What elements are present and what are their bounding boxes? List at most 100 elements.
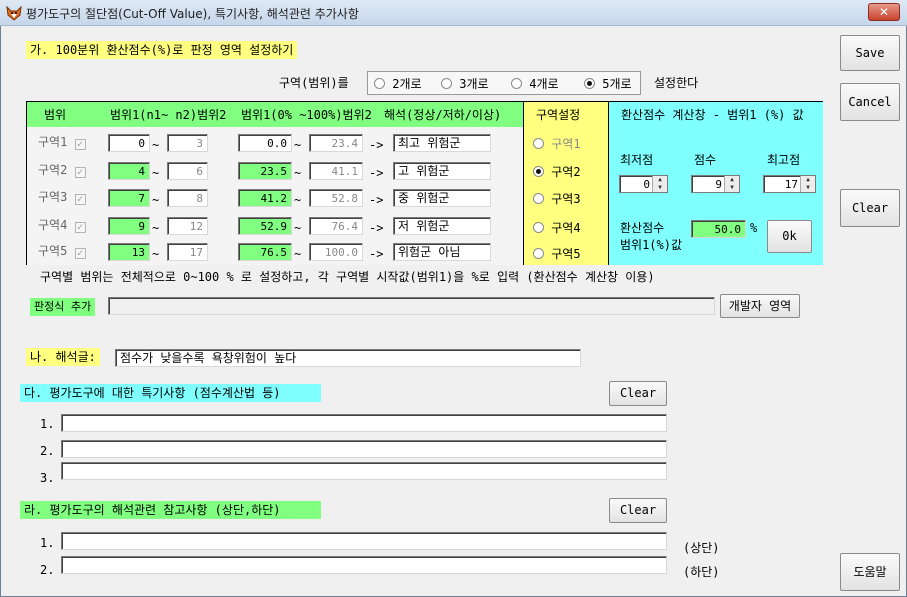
section-c-header: 다. 평가도구에 대한 특기사항 (점수계산법 등) — [20, 384, 321, 402]
zone-row-5-label[interactable]: 구역5 ✓ — [38, 244, 86, 259]
zone-label: 구역4 — [38, 218, 68, 232]
interp-input-5[interactable]: 위험군 아님 — [393, 243, 491, 261]
percent-start-3[interactable]: 41.2 — [238, 189, 292, 207]
radio-label: 구역1 — [551, 137, 581, 151]
developer-area-button[interactable]: 개발자 영역 — [720, 294, 800, 318]
range1-start-3[interactable]: 7 — [108, 189, 150, 207]
section-c-line-label-1: 1. — [40, 417, 55, 431]
range1-end-4[interactable]: 12 — [167, 217, 208, 235]
formula-input[interactable] — [108, 297, 715, 315]
zone-count-option-2[interactable]: 2개로 — [374, 77, 422, 91]
save-button[interactable]: Save — [840, 35, 900, 71]
arrow-down-icon[interactable]: ▼ — [653, 184, 667, 192]
arrow-up-icon[interactable]: ▲ — [653, 176, 667, 184]
range1-end-3[interactable]: 8 — [167, 189, 208, 207]
interp-input-4[interactable]: 저 위험군 — [393, 217, 491, 235]
interp-input-2[interactable]: 고 위험군 — [393, 162, 491, 180]
percent-start-1[interactable]: 0.0 — [238, 134, 292, 152]
section-c-line-2[interactable] — [61, 440, 667, 458]
section-c-line-1[interactable] — [61, 414, 667, 432]
arrow-down-icon[interactable]: ▼ — [801, 184, 815, 192]
spinner-value: 9 — [715, 178, 722, 191]
zone-count-option-4[interactable]: 4개로 — [511, 77, 559, 91]
interpretation-input[interactable]: 점수가 낮을수록 욕창위험이 높다 — [115, 349, 581, 367]
calc-max-spinner[interactable]: 17 ▲ ▼ — [763, 175, 816, 193]
checkbox-checked-icon: ✓ — [74, 139, 86, 150]
close-button[interactable]: ✕ — [868, 3, 900, 21]
zone-row-4-label[interactable]: 구역4 ✓ — [38, 218, 86, 233]
range1-end-2[interactable]: 6 — [167, 162, 208, 180]
section-c-clear-button[interactable]: Clear — [609, 381, 667, 406]
zone-row-1-label[interactable]: 구역1 ✓ — [38, 135, 86, 150]
zone-setting-radio-1[interactable]: 구역1 — [533, 137, 581, 151]
range1-start-5[interactable]: 13 — [108, 243, 150, 261]
option-label: 5개로 — [602, 77, 632, 91]
percent-end-1[interactable]: 23.4 — [309, 134, 363, 152]
calc-result-label-1: 환산점수 — [620, 221, 665, 235]
calc-result-value: 50.0 — [691, 220, 746, 238]
zone-count-option-3[interactable]: 3개로 — [441, 77, 489, 91]
tilde: ~ — [152, 221, 160, 235]
calc-score-label: 점수 — [694, 153, 717, 167]
spinner-arrows[interactable]: ▲ ▼ — [724, 176, 739, 192]
section-d-line-label-1: 1. — [40, 536, 55, 550]
col-header-interp: 해석(정상/저하/이상) — [384, 108, 502, 122]
range1-end-1[interactable]: 3 — [167, 134, 208, 152]
zone-setting-radio-5[interactable]: 구역5 — [533, 247, 581, 261]
tilde: ~ — [152, 193, 160, 207]
percent-end-3[interactable]: 52.8 — [309, 189, 363, 207]
percent-end-5[interactable]: 100.0 — [309, 243, 363, 261]
zone-setting-radio-3[interactable]: 구역3 — [533, 192, 581, 206]
zone-count-option-5[interactable]: 5개로 — [584, 77, 632, 91]
interp-input-3[interactable]: 중 위험군 — [393, 189, 491, 207]
range1-start-1[interactable]: 0 — [108, 134, 150, 152]
spinner-arrows[interactable]: ▲ ▼ — [800, 176, 815, 192]
checkbox-checked-icon: ✓ — [74, 222, 86, 233]
col-header-range1: 범위1(n1~ n2)범위2 — [110, 108, 227, 122]
percent-start-2[interactable]: 23.5 — [238, 162, 292, 180]
radio-label: 구역5 — [551, 247, 581, 261]
range1-end-5[interactable]: 17 — [167, 243, 208, 261]
radio-selected-icon — [533, 166, 544, 177]
zone-label: 구역5 — [38, 244, 68, 258]
option-label: 3개로 — [459, 77, 489, 91]
tilde: ~ — [152, 166, 160, 180]
radio-icon — [511, 78, 522, 89]
col-header-range2: 범위1(0% ~100%)범위2 — [241, 108, 372, 122]
calc-score-spinner[interactable]: 9 ▲ ▼ — [691, 175, 740, 193]
percent-start-5[interactable]: 76.5 — [238, 243, 292, 261]
percent-end-4[interactable]: 76.4 — [309, 217, 363, 235]
section-d-suffix-1: (상단) — [683, 541, 720, 555]
arrow-up-icon[interactable]: ▲ — [725, 176, 739, 184]
percent-end-2[interactable]: 41.1 — [309, 162, 363, 180]
section-d-line-2[interactable] — [61, 556, 667, 574]
zone-setting-radio-2[interactable]: 구역2 — [533, 165, 581, 179]
zone-row-3-label[interactable]: 구역3 ✓ — [38, 190, 86, 205]
zone-setting-radio-4[interactable]: 구역4 — [533, 221, 581, 235]
arrow: -> — [369, 193, 384, 207]
range1-start-4[interactable]: 9 — [108, 217, 150, 235]
arrow-up-icon[interactable]: ▲ — [801, 176, 815, 184]
percent-start-4[interactable]: 52.9 — [238, 217, 292, 235]
radio-icon — [533, 193, 544, 204]
interp-input-1[interactable]: 최고 위험군 — [393, 134, 491, 152]
cancel-button[interactable]: Cancel — [840, 83, 900, 121]
section-d-clear-button[interactable]: Clear — [609, 498, 667, 523]
calc-ok-button[interactable]: 0k — [767, 220, 812, 253]
spinner-arrows[interactable]: ▲ ▼ — [652, 176, 667, 192]
arrow-down-icon[interactable]: ▼ — [725, 184, 739, 192]
option-label: 4개로 — [529, 77, 559, 91]
section-d-line-1[interactable] — [61, 532, 667, 550]
section-c-line-3[interactable] — [61, 462, 667, 480]
clear-button[interactable]: Clear — [840, 189, 900, 227]
col-header-range: 범위 — [44, 108, 67, 122]
formula-label: 판정식 추가 — [30, 298, 96, 316]
tilde: ~ — [294, 247, 302, 261]
zone-row-2-label[interactable]: 구역2 ✓ — [38, 163, 86, 178]
calc-min-spinner[interactable]: 0 ▲ ▼ — [619, 175, 668, 193]
help-button[interactable]: 도움말 — [840, 553, 900, 591]
radio-label: 구역2 — [551, 165, 581, 179]
zone-label: 구역3 — [38, 190, 68, 204]
tilde: ~ — [294, 166, 302, 180]
range1-start-2[interactable]: 4 — [108, 162, 150, 180]
